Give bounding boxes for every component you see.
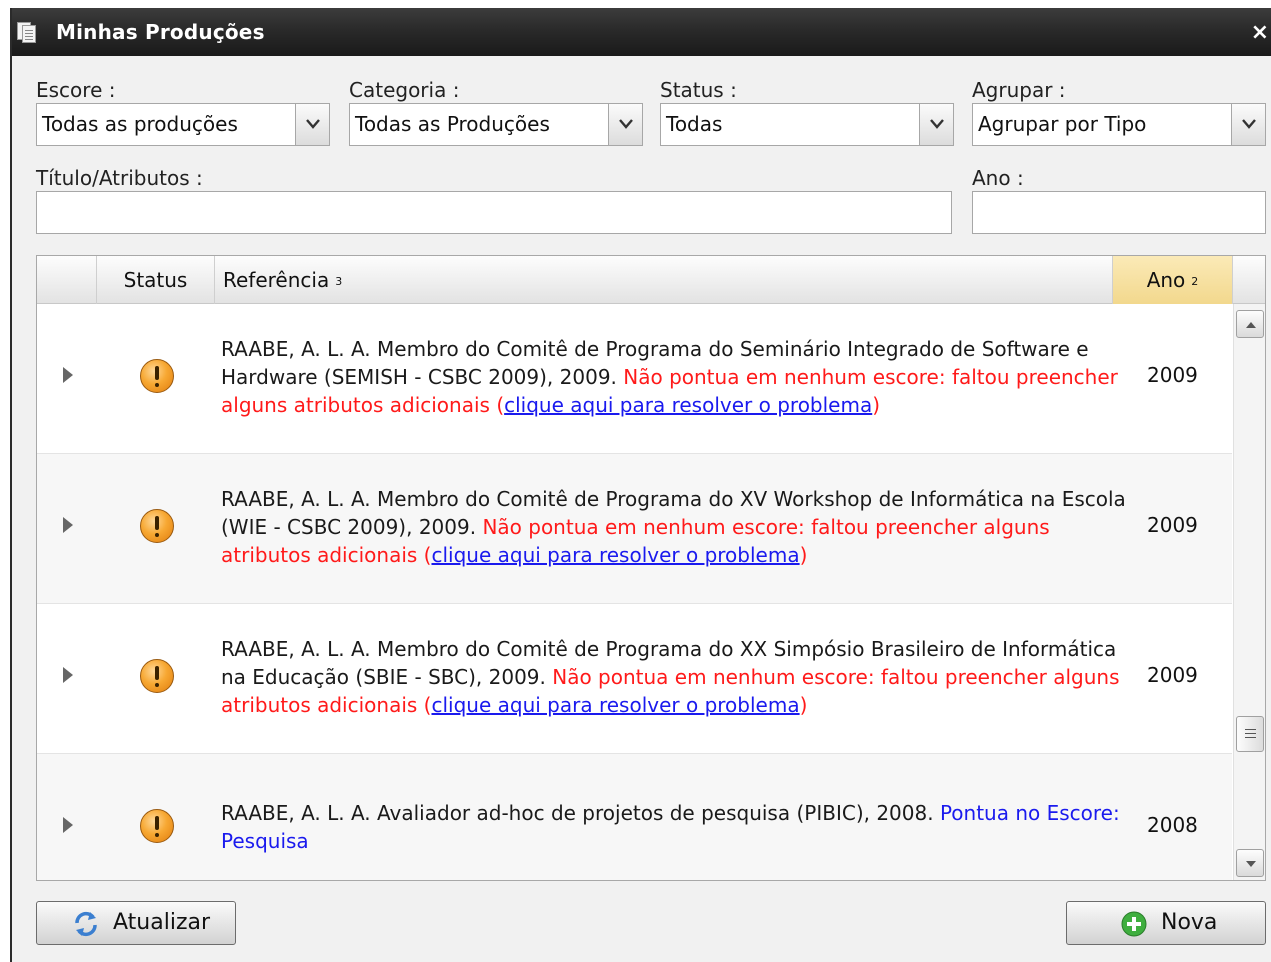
escore-select[interactable]: Todas as produções <box>36 103 330 146</box>
warning-icon <box>140 809 174 843</box>
agrupar-label: Agrupar : <box>972 78 1066 102</box>
nova-button[interactable]: Nova <box>1066 901 1266 945</box>
table-row[interactable]: RAABE, A. L. A. Membro do Comitê de Prog… <box>37 304 1232 454</box>
referencia-sort-order: 3 <box>335 274 343 288</box>
ano-input[interactable] <box>972 191 1266 234</box>
agrupar-select[interactable]: Agrupar por Tipo <box>972 103 1266 146</box>
chevron-down-icon[interactable] <box>1231 104 1265 145</box>
titulo-input[interactable] <box>36 191 952 234</box>
row-year: 2009 <box>1147 663 1198 687</box>
reference-text: RAABE, A. L. A. Avaliador ad-hoc de proj… <box>221 801 1120 853</box>
table-row[interactable]: RAABE, A. L. A. Membro do Comitê de Prog… <box>37 604 1232 754</box>
add-circle-icon <box>1121 911 1147 937</box>
minhas-producoes-window: Minhas Produções × Escore : Todas as pro… <box>10 8 1271 962</box>
row-year: 2008 <box>1147 813 1198 837</box>
refresh-icon <box>75 911 97 937</box>
resolve-problem-link[interactable]: clique aqui para resolver o problema <box>431 693 799 717</box>
categoria-label: Categoria : <box>349 78 460 102</box>
column-header-status[interactable]: Status <box>97 256 215 304</box>
reference-text: RAABE, A. L. A. Membro do Comitê de Prog… <box>221 487 1126 567</box>
chevron-down-icon[interactable] <box>919 104 953 145</box>
reference-text: RAABE, A. L. A. Membro do Comitê de Prog… <box>221 337 1118 417</box>
status-select[interactable]: Todas <box>660 103 954 146</box>
resolve-problem-link[interactable]: clique aqui para resolver o problema <box>504 393 872 417</box>
expand-arrow-icon[interactable] <box>63 517 73 533</box>
escore-label: Escore : <box>36 78 116 102</box>
scroll-column-header <box>1233 256 1265 304</box>
atualizar-button[interactable]: Atualizar <box>36 901 236 945</box>
expand-arrow-icon[interactable] <box>63 367 73 383</box>
chevron-down-icon[interactable] <box>295 104 329 145</box>
categoria-select[interactable]: Todas as Produções <box>349 103 643 146</box>
scroll-thumb[interactable] <box>1236 716 1264 752</box>
table-row[interactable]: RAABE, A. L. A. Avaliador ad-hoc de proj… <box>37 754 1232 880</box>
column-header-ano[interactable]: Ano 2 <box>1113 256 1233 304</box>
documents-icon <box>14 17 44 47</box>
escore-value: Todas as produções <box>42 112 238 136</box>
categoria-value: Todas as Produções <box>355 112 550 136</box>
chevron-down-icon[interactable] <box>608 104 642 145</box>
window-title: Minhas Produções <box>56 20 265 44</box>
row-year: 2009 <box>1147 363 1198 387</box>
status-header-label: Status <box>123 268 188 292</box>
title-bar: Minhas Produções × <box>12 8 1271 56</box>
productions-grid: Status Referência 3 Ano 2 RAABE, A. L. A. … <box>36 255 1266 881</box>
ano-label: Ano : <box>972 166 1024 190</box>
status-label: Status : <box>660 78 737 102</box>
warning-icon <box>140 659 174 693</box>
referencia-header-label: Referência <box>223 268 330 292</box>
atualizar-label: Atualizar <box>113 910 211 935</box>
expand-arrow-icon[interactable] <box>63 817 73 833</box>
scroll-up-icon[interactable] <box>1236 310 1264 338</box>
titulo-label: Título/Atributos : <box>36 166 203 190</box>
table-row[interactable]: RAABE, A. L. A. Membro do Comitê de Prog… <box>37 454 1232 604</box>
expand-arrow-icon[interactable] <box>63 667 73 683</box>
expander-column-header <box>37 256 97 304</box>
close-icon[interactable]: × <box>1251 20 1269 45</box>
vertical-scrollbar[interactable] <box>1233 304 1265 880</box>
ano-header-label: Ano <box>1146 268 1186 292</box>
warning-icon <box>140 509 174 543</box>
grid-header: Status Referência 3 Ano 2 <box>37 256 1265 304</box>
column-header-referencia[interactable]: Referência 3 <box>215 256 1113 304</box>
row-year: 2009 <box>1147 513 1198 537</box>
reference-text: RAABE, A. L. A. Membro do Comitê de Prog… <box>221 637 1120 717</box>
resolve-problem-link[interactable]: clique aqui para resolver o problema <box>431 543 799 567</box>
agrupar-value: Agrupar por Tipo <box>978 112 1147 136</box>
scroll-down-icon[interactable] <box>1236 849 1264 877</box>
status-value: Todas <box>666 112 723 136</box>
nova-label: Nova <box>1161 910 1218 935</box>
ano-sort-order: 2 <box>1191 274 1199 288</box>
warning-icon <box>140 359 174 393</box>
